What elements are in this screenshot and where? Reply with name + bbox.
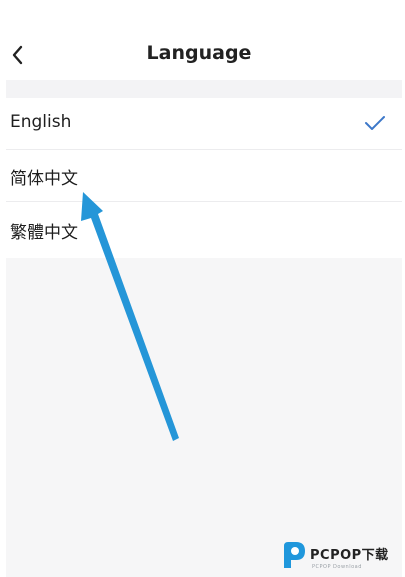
watermark-subtext: PCPOP Download xyxy=(312,564,362,570)
page-title: Language xyxy=(146,42,252,64)
navigation-bar: Language xyxy=(6,0,402,80)
language-settings-screen: Language English 简体中文 繁體中文 xyxy=(6,0,402,577)
language-label: English xyxy=(10,112,72,132)
language-list: English 简体中文 繁體中文 xyxy=(6,98,402,258)
language-option-english[interactable]: English xyxy=(6,98,402,150)
language-option-traditional-chinese[interactable]: 繁體中文 xyxy=(6,202,402,258)
watermark: PCPOP下载 PCPOP Download xyxy=(280,536,405,577)
checkmark-icon xyxy=(365,116,385,130)
language-option-simplified-chinese[interactable]: 简体中文 xyxy=(6,150,402,202)
section-spacer xyxy=(6,80,402,98)
language-label: 繁體中文 xyxy=(10,223,78,243)
watermark-text: PCPOP下载 xyxy=(310,548,389,563)
pcpop-logo-icon xyxy=(284,542,305,568)
language-label: 简体中文 xyxy=(10,169,78,189)
